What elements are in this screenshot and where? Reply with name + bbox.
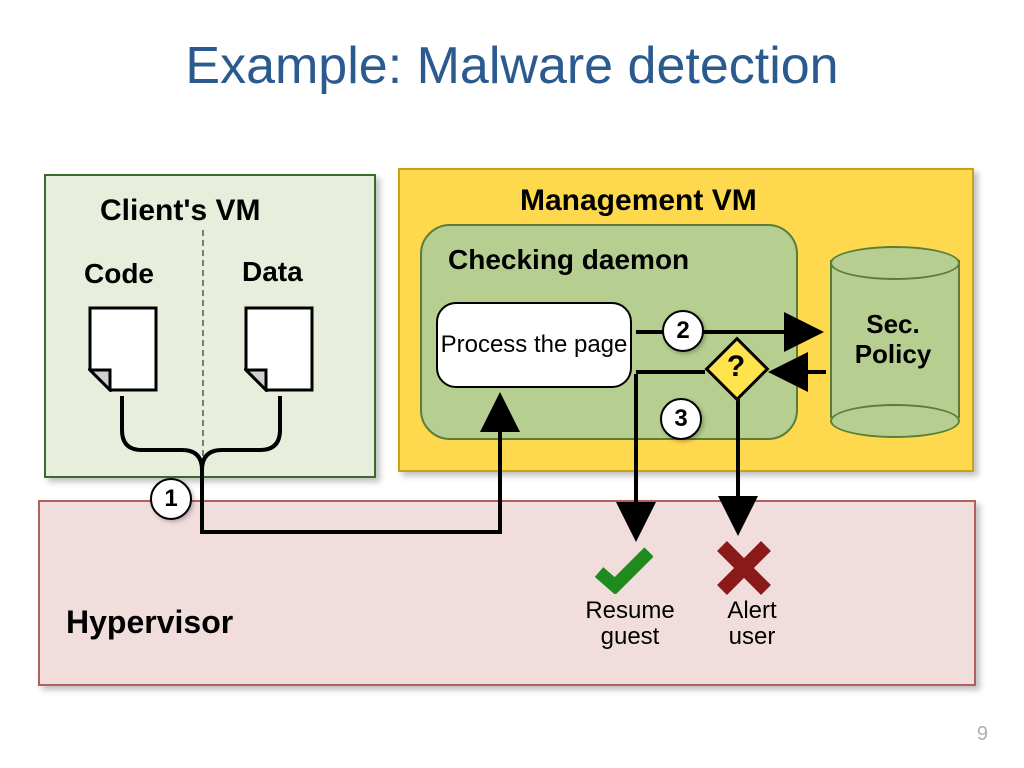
- hypervisor-box: [38, 500, 976, 686]
- slide-number: 9: [977, 723, 988, 746]
- client-vm-label: Client's VM: [100, 194, 261, 228]
- sec-policy-label: Sec. Policy: [830, 310, 956, 370]
- decision-label: ?: [708, 350, 764, 384]
- data-label: Data: [242, 256, 303, 288]
- step-2-badge: 2: [662, 310, 704, 352]
- page-icon: [244, 306, 314, 392]
- check-icon: [595, 546, 653, 594]
- process-page-box: Process the page: [436, 302, 632, 388]
- database-cylinder-icon: Sec. Policy: [830, 246, 956, 432]
- code-label: Code: [84, 258, 154, 290]
- cross-icon: [716, 540, 772, 596]
- process-page-text: Process the page: [441, 331, 628, 359]
- slide-title: Example: Malware detection: [0, 36, 1024, 96]
- decision-diamond-icon: ?: [708, 340, 764, 396]
- checking-daemon-label: Checking daemon: [448, 244, 689, 276]
- step-1-badge: 1: [150, 478, 192, 520]
- resume-guest-label: Resume guest: [575, 598, 685, 651]
- page-icon: [88, 306, 158, 392]
- hypervisor-label: Hypervisor: [66, 604, 233, 641]
- alert-user-label: Alert user: [712, 598, 792, 651]
- step-3-badge: 3: [660, 398, 702, 440]
- management-vm-label: Management VM: [520, 184, 757, 218]
- divider-line: [202, 230, 204, 456]
